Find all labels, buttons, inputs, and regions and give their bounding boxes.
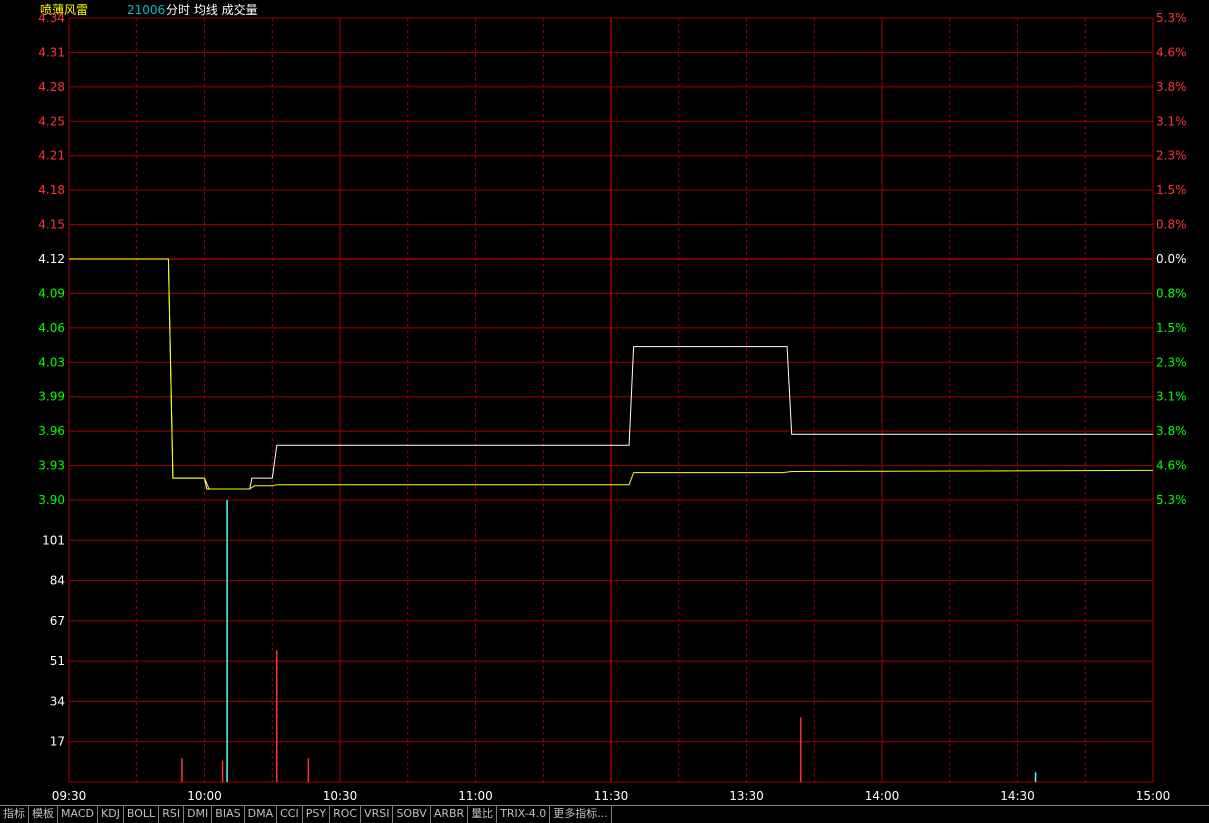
indicator-legend: 分时 均线 成交量	[166, 2, 258, 17]
percent-tick-label: 4.6%	[1156, 45, 1187, 59]
price-tick-label: 4.06	[38, 321, 65, 335]
percent-tick-label: 1.5%	[1156, 183, 1187, 197]
time-tick-label: 09:30	[52, 789, 87, 803]
time-tick-label: 14:00	[865, 789, 900, 803]
price-tick-label: 4.25	[38, 114, 65, 128]
percent-tick-label: 0.8%	[1156, 218, 1187, 232]
toolbar-tab[interactable]: 模板	[29, 806, 58, 823]
percent-tick-label: 5.3%	[1156, 11, 1187, 25]
price-tick-label: 4.18	[38, 183, 65, 197]
percent-tick-label: 3.1%	[1156, 390, 1187, 404]
percent-tick-label: 0.8%	[1156, 286, 1187, 300]
percent-tick-label: 5.3%	[1156, 493, 1187, 507]
toolbar-tab[interactable]: DMA	[245, 806, 278, 823]
percent-tick-label: 2.3%	[1156, 149, 1187, 163]
price-tick-label: 4.15	[38, 218, 65, 232]
time-tick-label: 11:00	[458, 789, 493, 803]
toolbar-tab[interactable]: PSY	[303, 806, 331, 823]
time-tick-label: 15:00	[1136, 789, 1171, 803]
percent-tick-label: 1.5%	[1156, 321, 1187, 335]
toolbar-tab[interactable]: 量比	[468, 806, 498, 823]
stock-code: 21006	[127, 3, 165, 17]
time-tick-label: 10:30	[323, 789, 358, 803]
volume-tick-label: 67	[50, 614, 65, 628]
toolbar-tab[interactable]: BOLL	[124, 806, 160, 823]
percent-tick-label: 4.6%	[1156, 459, 1187, 473]
volume-tick-label: 34	[50, 694, 65, 708]
volume-tick-label: 51	[50, 654, 65, 668]
percent-tick-label: 2.3%	[1156, 355, 1187, 369]
volume-bars	[181, 500, 1037, 782]
toolbar-tab[interactable]: MACD	[58, 806, 98, 823]
indicator-toolbar: 指标 模板 MACD KDJ BOLL RSI DMI BIAS DMA CCI PSY ROC VRS…	[0, 805, 1209, 823]
price-tick-label: 3.90	[38, 493, 65, 507]
price-tick-label: 4.03	[38, 355, 65, 369]
toolbar-tab[interactable]: RSI	[159, 806, 185, 823]
volume-tick-label: 84	[50, 574, 65, 588]
toolbar-tab[interactable]: TRIX-4.0	[497, 806, 551, 823]
toolbar-tab[interactable]: VRSI	[361, 806, 394, 823]
volume-tick-label: 17	[50, 735, 65, 749]
chart-grid	[68, 17, 1154, 783]
toolbar-tab[interactable]: ROC	[330, 806, 362, 823]
percent-tick-label: 0.0%	[1156, 252, 1187, 266]
toolbar-tab[interactable]: DMI	[184, 806, 213, 823]
toolbar-tab[interactable]: 指标	[0, 806, 29, 823]
price-tick-label: 4.34	[38, 11, 65, 25]
price-tick-label: 4.21	[38, 149, 65, 163]
time-tick-label: 10:00	[187, 789, 222, 803]
price-tick-label: 4.12	[38, 252, 65, 266]
volume-tick-label: 101	[42, 533, 65, 547]
toolbar-tab[interactable]: KDJ	[98, 806, 124, 823]
percent-tick-label: 3.8%	[1156, 80, 1187, 94]
toolbar-tab[interactable]: SOBV	[393, 806, 431, 823]
price-tick-label: 3.93	[38, 459, 65, 473]
percent-tick-label: 3.1%	[1156, 114, 1187, 128]
axis-labels: 4.34 5.3% 4.31 4.6% 4.28 3.8% 4.25 3.1% 4.21 2.3%…	[38, 11, 1186, 803]
toolbar-tab[interactable]: CCI	[277, 806, 303, 823]
toolbar-tab[interactable]: BIAS	[212, 806, 245, 823]
price-tick-label: 3.96	[38, 424, 65, 438]
toolbar-tab[interactable]: ARBR	[431, 806, 469, 823]
percent-tick-label: 3.8%	[1156, 424, 1187, 438]
time-tick-label: 14:30	[1000, 789, 1035, 803]
intraday-chart[interactable]: 喷薄风雷 21006 分时 均线 成交量 4.34 5.3%4.31 4.6%4.2…	[0, 0, 1209, 805]
price-tick-label: 4.31	[38, 45, 65, 59]
price-tick-label: 4.28	[38, 80, 65, 94]
time-tick-label: 13:30	[729, 789, 764, 803]
time-tick-label: 11:30	[594, 789, 629, 803]
toolbar-tab[interactable]: 更多指标...	[550, 806, 612, 823]
price-tick-label: 4.09	[38, 286, 65, 300]
price-tick-label: 3.99	[38, 390, 65, 404]
